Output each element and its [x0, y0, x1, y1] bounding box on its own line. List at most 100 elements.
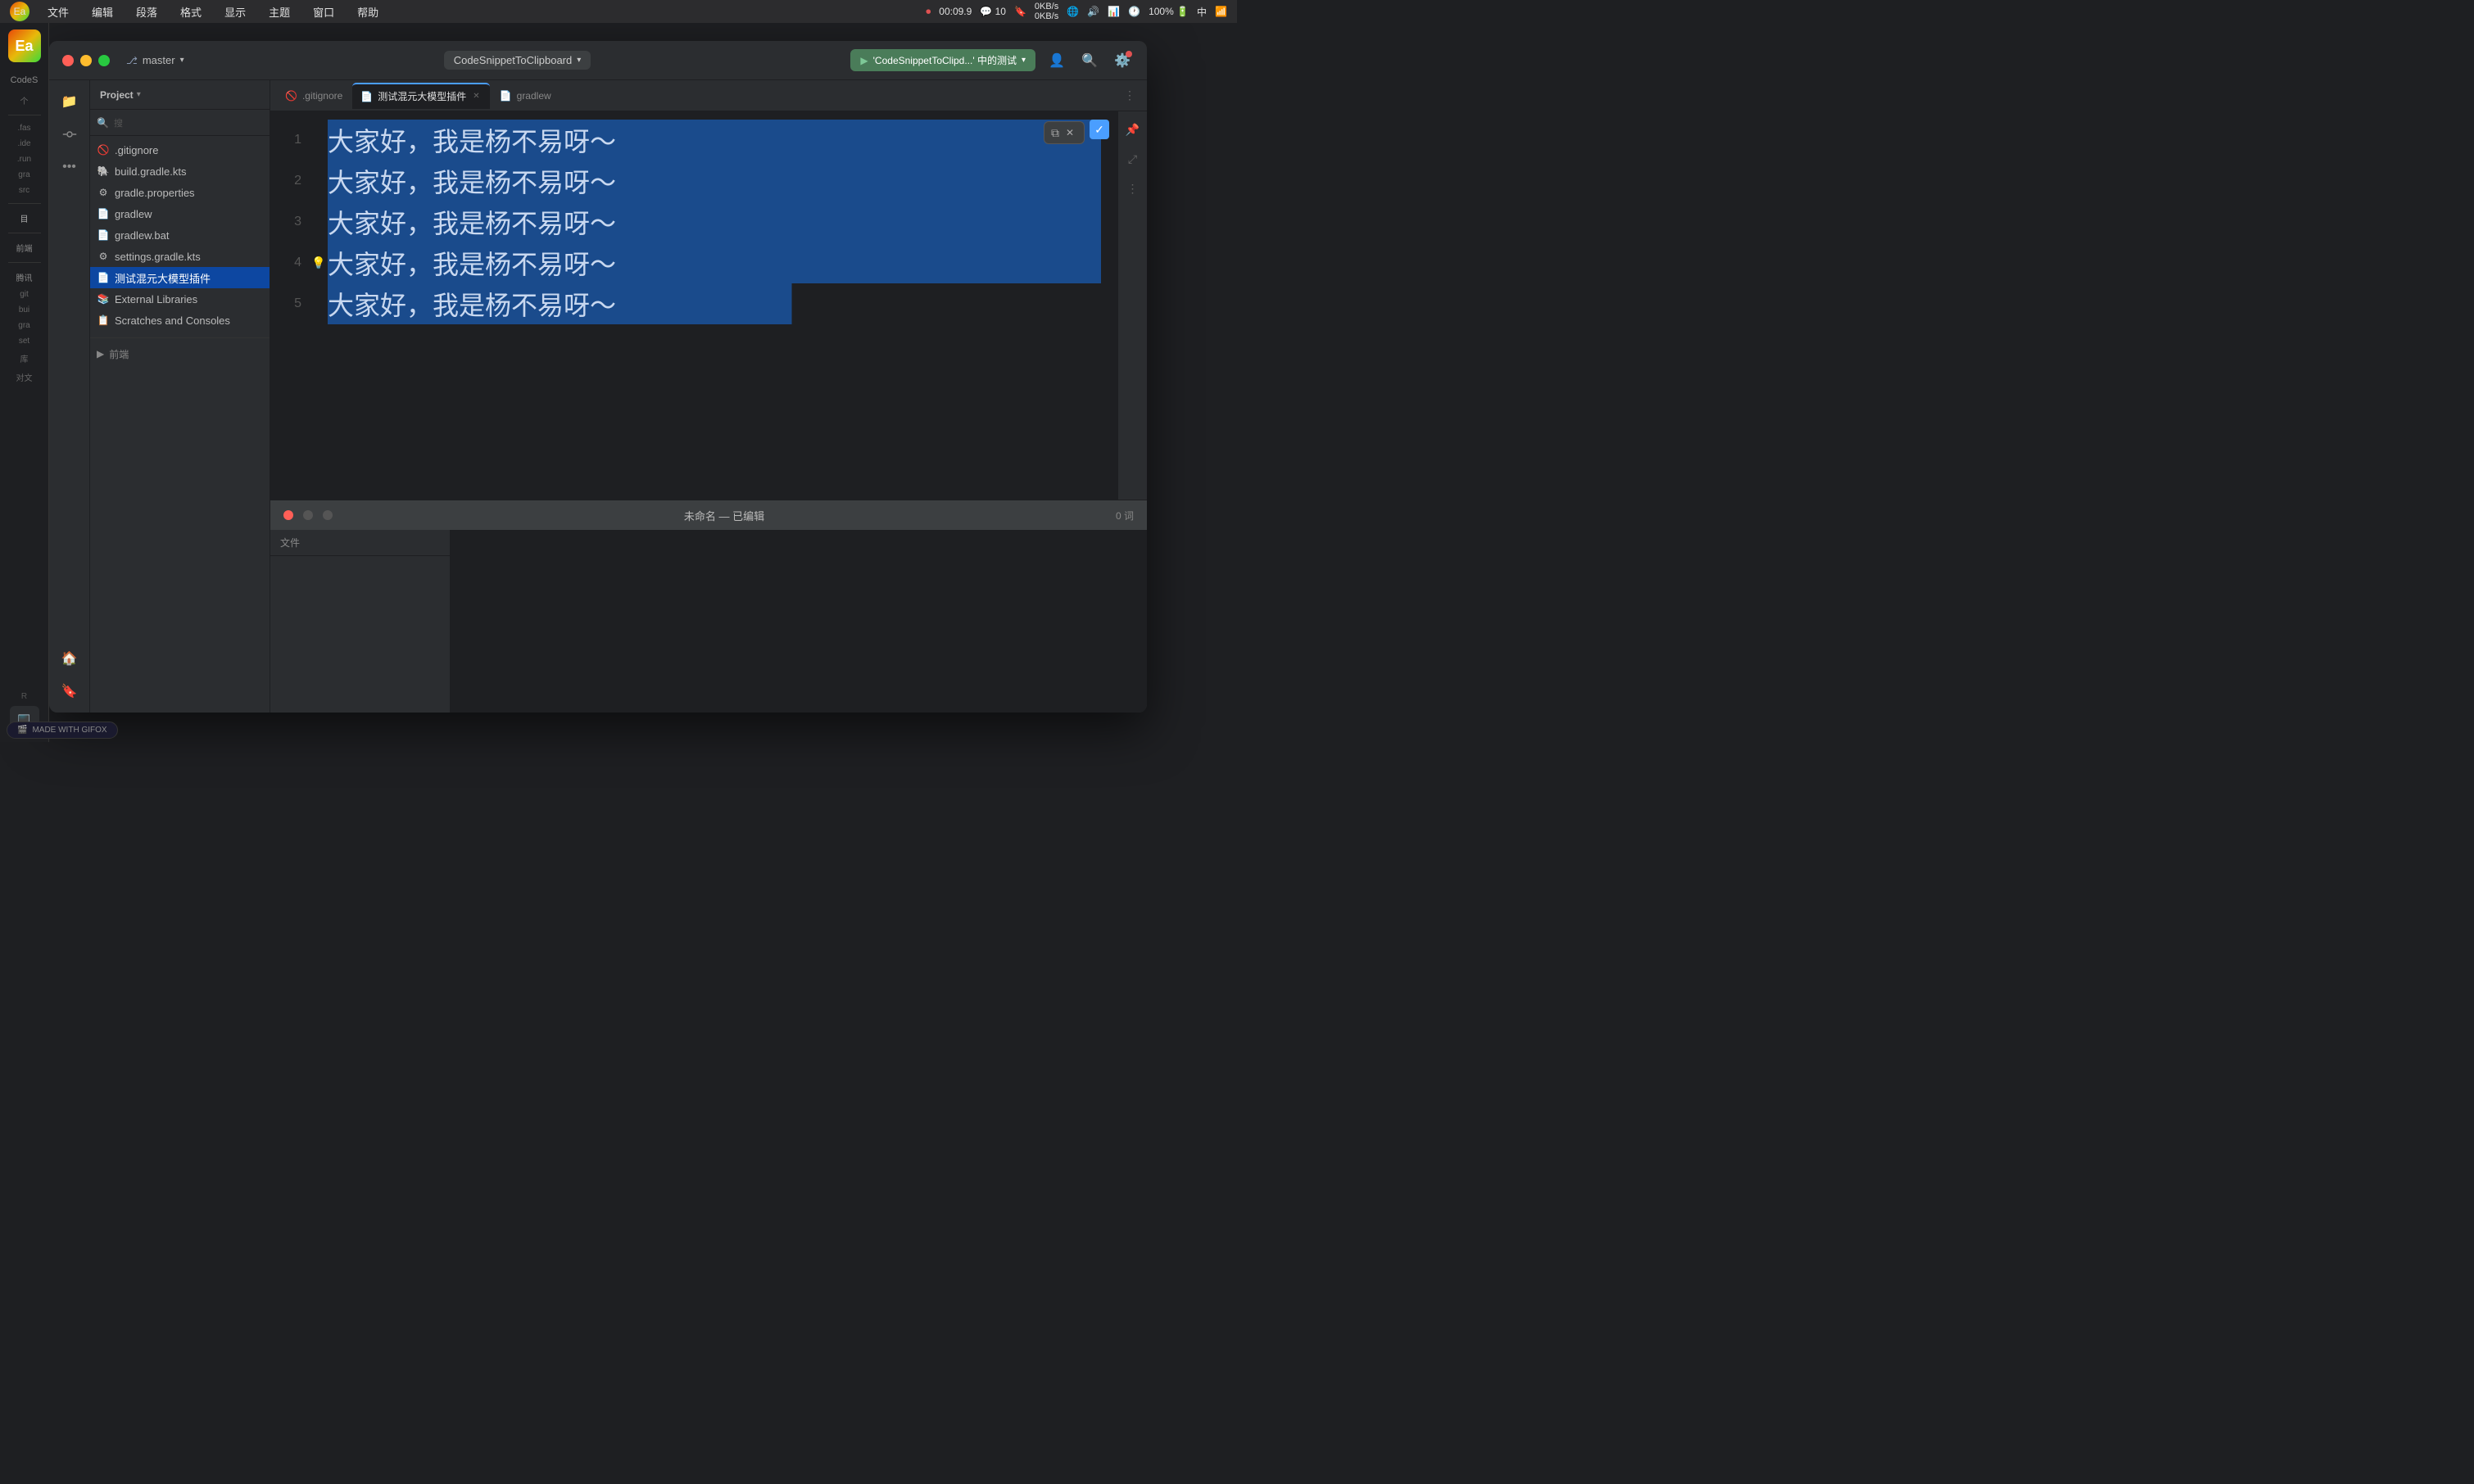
code-line-2: 大家好，我是杨不易呀～ [328, 161, 1101, 201]
menu-paragraph[interactable]: 段落 [131, 2, 162, 21]
bottom-editor[interactable] [451, 530, 1147, 713]
copy-popup: ⧉ ✕ [1044, 121, 1085, 144]
line-numbers: 1 2 3 4 5 [270, 111, 311, 500]
code-content[interactable]: 大家好，我是杨不易呀～ 大家好，我是杨不易呀～ 大家好，我是杨不易呀～ 大家好，… [311, 111, 1117, 500]
shortcut-fas[interactable]: .fas [16, 122, 32, 134]
branch-selector[interactable]: ⎇ master ▾ [126, 54, 184, 66]
maximize-button[interactable] [98, 55, 110, 66]
shortcut-ide[interactable]: .ide [16, 138, 32, 150]
copy-popup-close-button[interactable]: ✕ [1063, 125, 1077, 140]
file-build-gradle[interactable]: 🐘 build.gradle.kts [90, 161, 270, 182]
code-line-4: 大家好，我是杨不易呀～ 💡 [328, 242, 1101, 283]
file-test-plugin[interactable]: 📄 测试混元大模型插件 [90, 267, 270, 288]
app-main-icon: Ea [8, 29, 41, 62]
user-icon-button[interactable]: 👤 [1045, 49, 1068, 72]
gradlew-name: gradlew [115, 208, 263, 220]
section-label: 前端 [109, 347, 129, 361]
menu-file[interactable]: 文件 [43, 2, 74, 21]
shortcut-gra[interactable]: gra [16, 169, 31, 181]
pin-icon-button[interactable]: 📌 [1121, 118, 1144, 141]
record-indicator: ⏺ [926, 6, 931, 18]
activity-more[interactable]: ••• [55, 152, 84, 182]
menu-view[interactable]: 显示 [220, 2, 251, 21]
run-test-button[interactable]: ▶ 'CodeSnippetToClipd...' 中的测试 ▾ [850, 49, 1035, 71]
line-num-1: 1 [294, 120, 301, 161]
input-method: 中 [1197, 5, 1207, 19]
ide-body: 📁 ••• 🏠 🔖 Project ▾ 🔍 搜 [49, 80, 1147, 713]
shortcut-git[interactable]: git [18, 288, 30, 301]
file-gitignore[interactable]: 🚫 .gitignore [90, 139, 270, 161]
code-text-1: 大家好，我是杨不易呀～ [328, 121, 616, 159]
lightbulb-icon[interactable]: 💡 [311, 256, 325, 270]
shortcut-dialog[interactable]: 对文 [15, 369, 34, 385]
menu-theme[interactable]: 主题 [264, 2, 295, 21]
far-left-shortcuts: Ea CodeS 个 .fas .ide .run gra src 目 前端 腾… [0, 23, 49, 742]
tabs-more-button[interactable]: ⋮ [1119, 85, 1140, 106]
settings-button[interactable]: ⚙️ [1111, 49, 1134, 72]
shortcut-divider-4 [8, 262, 41, 263]
tab-test-plugin-close[interactable]: ✕ [471, 90, 481, 102]
activity-commit[interactable] [55, 120, 84, 149]
file-gradlew-bat[interactable]: 📄 gradlew.bat [90, 224, 270, 246]
shortcut-gradle[interactable]: gra [16, 319, 31, 332]
code-text-3: 大家好，我是杨不易呀～ [328, 203, 616, 241]
bottom-close-btn[interactable] [283, 510, 293, 520]
search-button[interactable]: 🔍 [1078, 49, 1101, 72]
copy-icon[interactable]: ⧉ [1051, 126, 1059, 140]
menu-edit[interactable]: 编辑 [87, 2, 118, 21]
minimize-button[interactable] [80, 55, 92, 66]
tab-gitignore[interactable]: 🚫 .gitignore [277, 83, 351, 109]
bottom-panel-traffic-lights [283, 510, 333, 520]
expand-icon-button[interactable]: ⤢ [1121, 147, 1144, 170]
checkmark-overlay: ✓ [1090, 120, 1109, 139]
close-button[interactable] [62, 55, 74, 66]
sidebar-search-icon: 🔍 [97, 117, 109, 129]
activity-folder[interactable]: 📁 [55, 87, 84, 116]
code-editor[interactable]: 1 2 3 4 5 大家好，我是杨不易呀～ 大家好，我是杨不易呀～ [270, 111, 1147, 500]
bottom-panel-title: 未命名 — 已编辑 [349, 508, 1099, 523]
sidebar-search-bar: 🔍 搜 [90, 110, 270, 136]
build-gradle-icon: 🐘 [97, 165, 110, 177]
file-scratches[interactable]: 📋 Scratches and Consoles [90, 310, 270, 331]
activity-bookmark[interactable]: 🔖 [55, 676, 84, 706]
menu-window[interactable]: 窗口 [308, 2, 339, 21]
activity-home[interactable]: 🏠 [55, 644, 84, 673]
file-external-libraries[interactable]: 📚 External Libraries [90, 288, 270, 310]
line-num-5: 5 [294, 283, 301, 324]
shortcut-settings2[interactable]: set [17, 335, 31, 347]
bottom-panel: 未命名 — 已编辑 0 词 文件 [270, 500, 1147, 713]
file-settings[interactable]: ⚙ settings.gradle.kts [90, 246, 270, 267]
system-icon: 📊 [1108, 6, 1120, 17]
project-title[interactable]: CodeSnippetToClipboard ▾ [444, 51, 591, 70]
bottom-max-btn[interactable] [323, 510, 333, 520]
project-dropdown[interactable]: Project ▾ [100, 89, 141, 101]
menu-format[interactable]: 格式 [175, 2, 206, 21]
app-icon: Ea [10, 2, 29, 21]
shortcut-library[interactable]: 库 [19, 351, 30, 366]
run-button-label: 'CodeSnippetToClipd...' 中的测试 [873, 53, 1017, 67]
bottom-min-btn[interactable] [303, 510, 313, 520]
shortcut-menu[interactable]: 目 [19, 210, 30, 226]
tab-gradlew[interactable]: 📄 gradlew [492, 83, 560, 109]
shortcut-codesnippet[interactable]: CodeS [7, 72, 42, 89]
wifi-icon: 📶 [1215, 6, 1227, 17]
wechat-icon: 💬 10 [980, 6, 1006, 17]
tab-test-plugin[interactable]: 📄 测试混元大模型插件 ✕ [352, 83, 489, 109]
network-speed: 0KB/s0KB/s [1035, 2, 1058, 21]
shortcut-src[interactable]: src [17, 184, 31, 197]
shortcut-build[interactable]: bui [17, 304, 31, 316]
section-front-end[interactable]: ▶ 前端 [90, 343, 270, 364]
branch-dropdown-icon: ▾ [180, 56, 184, 65]
shortcut-R[interactable]: R [20, 690, 29, 703]
gradlew-bat-name: gradlew.bat [115, 229, 263, 242]
shortcut-individual[interactable]: 个 [19, 93, 30, 108]
file-gradle-properties[interactable]: ⚙ gradle.properties [90, 182, 270, 203]
shortcut-tencent[interactable]: 腾讯 [15, 269, 34, 285]
section-expand-icon: ▶ [97, 348, 104, 360]
file-gradlew[interactable]: 📄 gradlew [90, 203, 270, 224]
language-icon: 🌐 [1067, 6, 1079, 17]
shortcut-frontend[interactable]: 前端 [15, 240, 34, 256]
menu-help[interactable]: 帮助 [352, 2, 383, 21]
shortcut-run[interactable]: .run [16, 153, 33, 165]
more-icon-button[interactable]: ⋮ [1121, 177, 1144, 200]
